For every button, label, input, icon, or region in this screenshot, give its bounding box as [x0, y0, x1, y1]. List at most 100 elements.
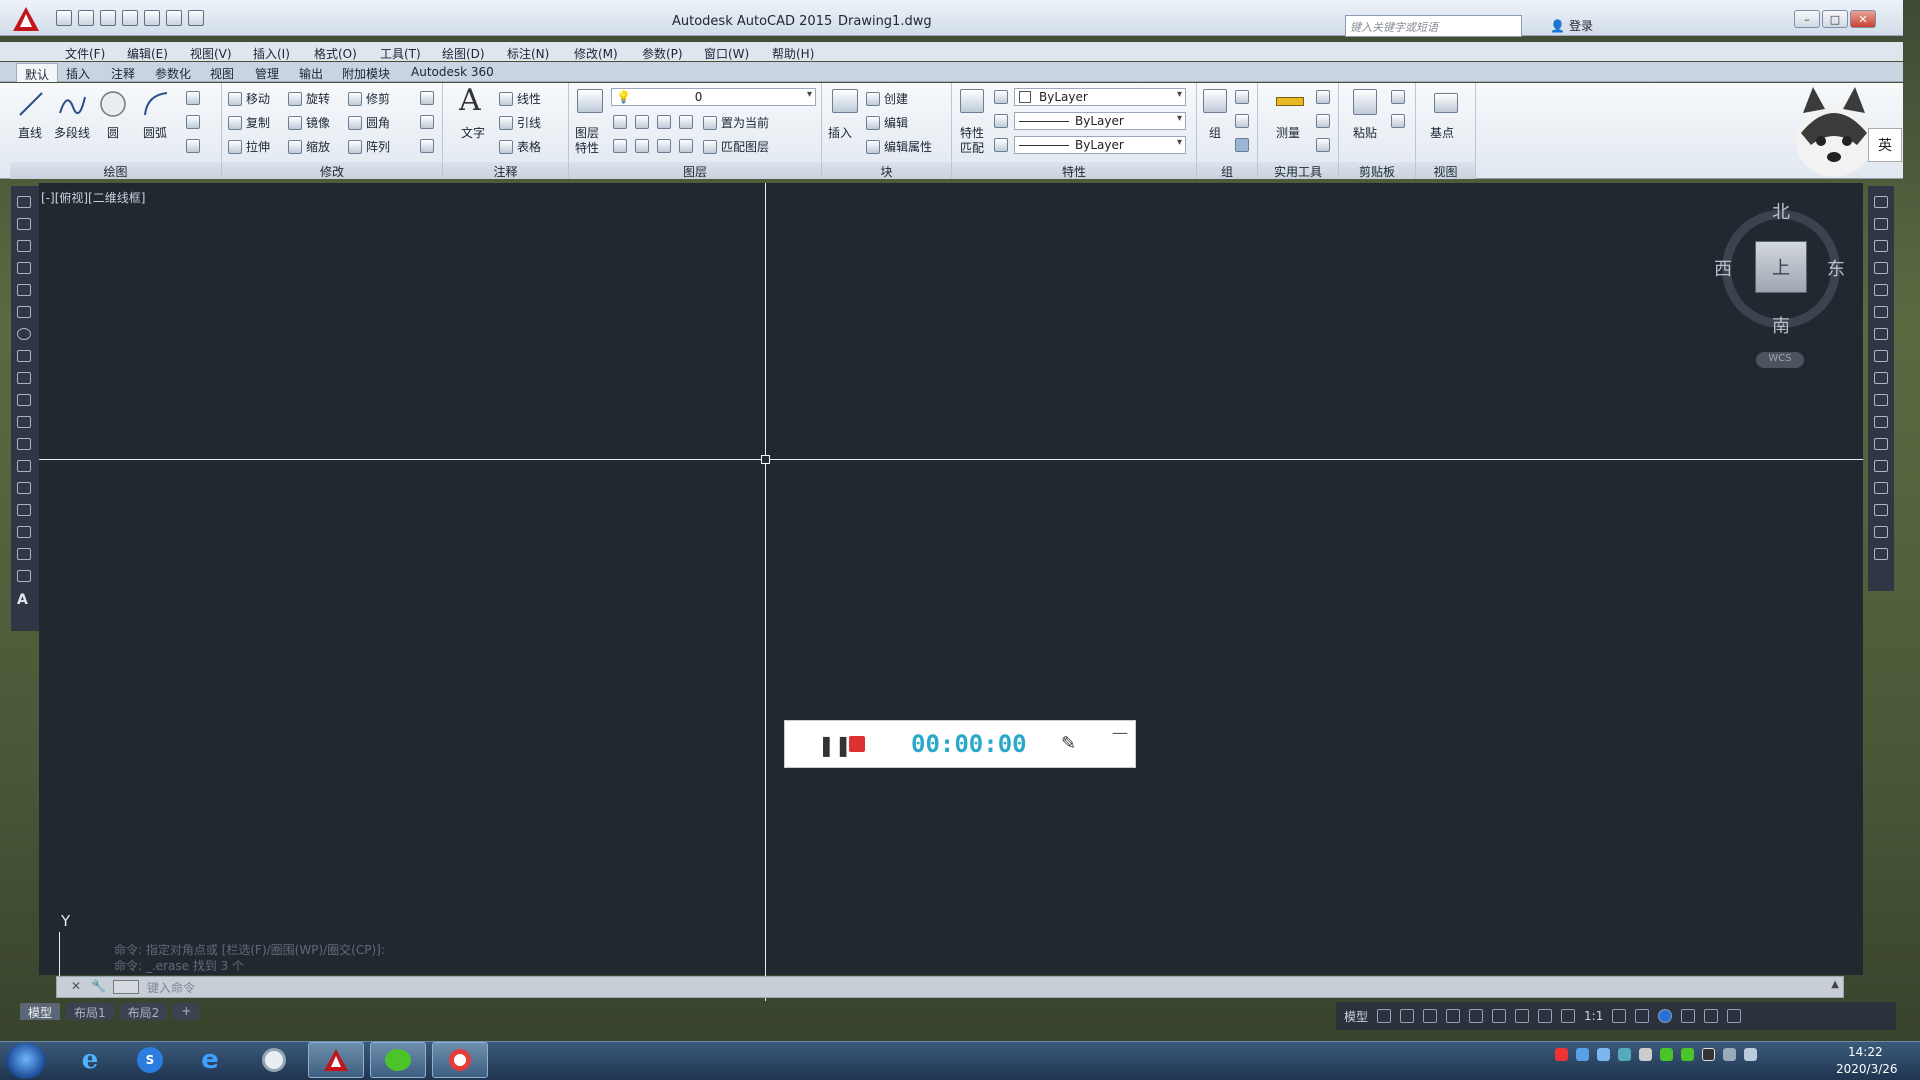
annotation-visibility-icon[interactable]	[1538, 1009, 1553, 1023]
volume-icon[interactable]	[1744, 1048, 1757, 1061]
base-view-icon[interactable]	[1434, 93, 1458, 113]
wechat-tray-icon[interactable]	[1660, 1048, 1673, 1061]
rectangle-icon[interactable]	[186, 91, 200, 105]
edit-attributes-button[interactable]: 编辑属性	[866, 138, 932, 155]
layer-isolate-icon[interactable]	[635, 115, 649, 129]
pen-icon[interactable]: ✎	[1061, 733, 1076, 754]
stretch-button[interactable]: 拉伸	[228, 138, 270, 155]
ie-icon[interactable]: e	[62, 1042, 118, 1078]
layer-thaw-icon[interactable]	[657, 139, 671, 153]
screen-recorder-taskbar-icon[interactable]	[432, 1042, 488, 1078]
measure-icon[interactable]	[1276, 97, 1304, 106]
block-panel-title[interactable]: 块	[822, 162, 951, 179]
wechat-icon[interactable]	[370, 1042, 426, 1078]
quick-select-icon[interactable]	[1316, 90, 1330, 104]
app-tray-icon[interactable]	[1618, 1048, 1631, 1061]
snap-icon[interactable]	[1400, 1009, 1415, 1023]
minimize-button[interactable]: –	[1794, 10, 1820, 28]
hatch-icon[interactable]	[186, 115, 200, 129]
properties-panel-title[interactable]: 特性	[952, 162, 1196, 179]
menu-file[interactable]: 文件(F)	[65, 42, 105, 62]
annotation-scale[interactable]: 1:1	[1584, 1009, 1603, 1023]
stop-icon[interactable]	[849, 736, 865, 752]
layer-unlock-icon[interactable]	[679, 139, 693, 153]
menu-format[interactable]: 格式(O)	[314, 42, 357, 62]
tab-model[interactable]: 模型	[20, 1003, 61, 1020]
offset-tool-icon[interactable]	[1874, 262, 1888, 274]
break-tool-icon[interactable]	[1874, 438, 1888, 450]
object-snap-icon[interactable]	[1515, 1009, 1530, 1023]
make-block-tool-icon[interactable]	[17, 460, 31, 472]
new-icon[interactable]	[56, 10, 72, 26]
viewcube-south[interactable]: 南	[1772, 312, 1790, 338]
create-block-button[interactable]: 创建	[866, 90, 908, 107]
line-icon[interactable]	[16, 89, 46, 119]
tab-output[interactable]: 输出	[299, 65, 323, 82]
rectangle-tool-icon[interactable]	[17, 284, 31, 296]
explode-tool-icon[interactable]	[1874, 548, 1888, 560]
pause-icon[interactable]: ❚❚	[818, 733, 852, 757]
tab-autodesk-360[interactable]: Autodesk 360	[411, 65, 494, 79]
menu-draw[interactable]: 绘图(D)	[442, 42, 485, 62]
tab-layout2[interactable]: 布局2	[119, 1003, 168, 1020]
fillet-tool-icon[interactable]	[1874, 504, 1888, 516]
polyline-icon[interactable]	[57, 89, 87, 119]
minimize-recorder-icon[interactable]: —	[1112, 723, 1128, 742]
line-tool-icon[interactable]	[17, 196, 31, 208]
match-properties-icon[interactable]	[960, 89, 984, 113]
layer-select[interactable]: 💡 0	[611, 88, 816, 106]
modify-panel-title[interactable]: 修改	[222, 162, 442, 179]
drawing-viewport[interactable]	[39, 183, 1863, 975]
object-snap-tracking-icon[interactable]	[1492, 1009, 1507, 1023]
erase-tool-icon[interactable]	[1874, 196, 1888, 208]
color-select[interactable]: ByLayer	[1014, 88, 1186, 106]
viewcube-north[interactable]: 北	[1772, 198, 1790, 224]
close-command-icon[interactable]: ✕	[71, 979, 81, 993]
menu-view[interactable]: 视图(V)	[190, 42, 232, 62]
grid-icon[interactable]	[1377, 1009, 1392, 1023]
tab-insert[interactable]: 插入	[66, 65, 90, 82]
paste-icon[interactable]	[1353, 89, 1377, 115]
menu-modify[interactable]: 修改(M)	[574, 42, 618, 62]
menu-window[interactable]: 窗口(W)	[704, 42, 749, 62]
menu-insert[interactable]: 插入(I)	[253, 42, 290, 62]
clean-screen-icon[interactable]	[1704, 1009, 1719, 1023]
lineweight-select[interactable]: ByLayer	[1014, 136, 1186, 154]
utilities-panel-title[interactable]: 实用工具	[1258, 162, 1338, 179]
viewcube-west[interactable]: 西	[1714, 255, 1732, 281]
clock-time[interactable]: 14:22	[1848, 1045, 1883, 1059]
print-icon[interactable]	[144, 10, 160, 26]
qq-tray-icon[interactable]	[1597, 1048, 1610, 1061]
text-icon[interactable]: A	[459, 83, 481, 118]
wechat2-tray-icon[interactable]	[1681, 1048, 1694, 1061]
clock-date[interactable]: 2020/3/26	[1836, 1062, 1898, 1076]
draw-panel-title[interactable]: 绘图	[10, 162, 221, 179]
sogou-tray-icon[interactable]	[1555, 1048, 1568, 1061]
network-tray-icon[interactable]	[1576, 1048, 1589, 1061]
layer-unisolate-icon[interactable]	[635, 139, 649, 153]
tab-parametric[interactable]: 参数化	[155, 65, 191, 82]
mirror-tool-icon[interactable]	[1874, 240, 1888, 252]
annotation-monitor-icon[interactable]	[1635, 1009, 1650, 1023]
maximize-button[interactable]: □	[1822, 10, 1848, 28]
insert-block-icon[interactable]	[832, 89, 858, 113]
region-tool-icon[interactable]	[17, 548, 31, 560]
arc-tool-icon[interactable]	[17, 306, 31, 318]
trim-tool-icon[interactable]	[1874, 394, 1888, 406]
layer-freeze-icon[interactable]	[657, 115, 671, 129]
customization-menu-icon[interactable]	[1727, 1009, 1742, 1023]
annotation-panel-title[interactable]: 注释	[443, 162, 568, 179]
array-button[interactable]: 阵列	[348, 138, 390, 155]
open-icon[interactable]	[78, 10, 94, 26]
tab-view[interactable]: 视图	[210, 65, 234, 82]
explode-icon[interactable]	[420, 115, 434, 129]
clipboard-panel-title[interactable]: 剪贴板	[1339, 162, 1415, 179]
save-as-icon[interactable]	[122, 10, 138, 26]
sogou-icon[interactable]: S	[122, 1042, 178, 1078]
close-button[interactable]: ✕	[1850, 10, 1876, 28]
polyline-tool-icon[interactable]	[17, 240, 31, 252]
recent-commands-icon[interactable]	[113, 980, 139, 994]
hatch-tool-icon[interactable]	[17, 504, 31, 516]
circle-tool-icon[interactable]	[17, 328, 31, 340]
set-current-button[interactable]: 置为当前	[703, 114, 769, 131]
